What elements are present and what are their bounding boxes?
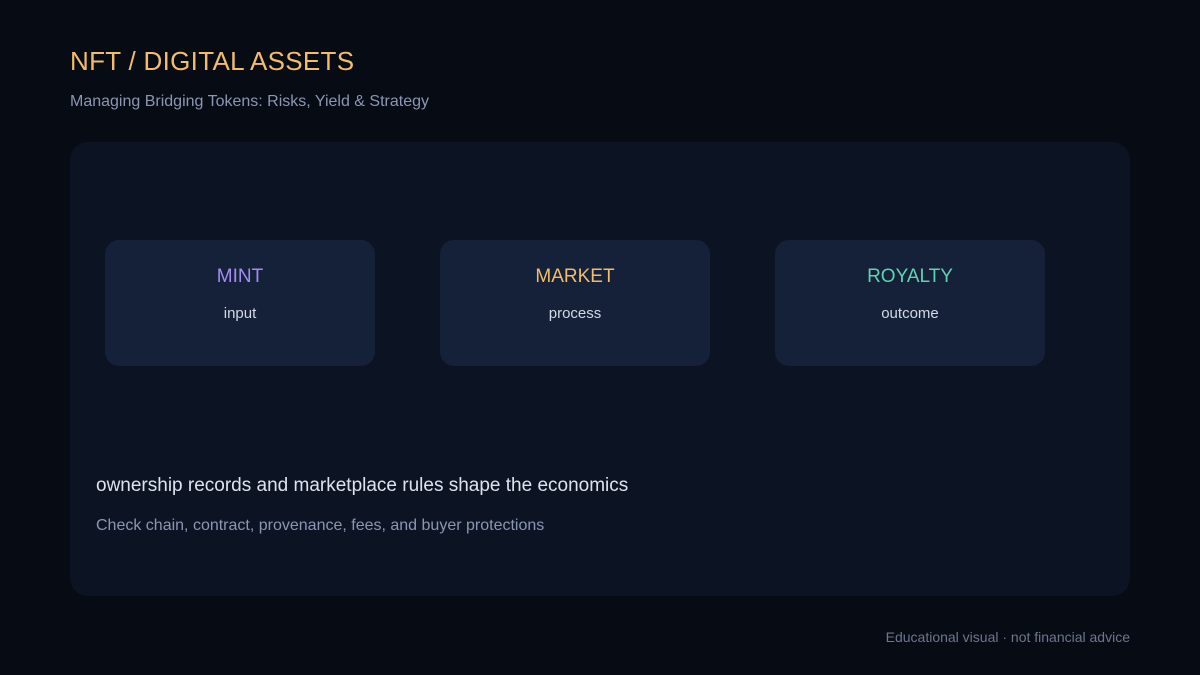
- stage-role-royalty: outcome: [881, 305, 939, 322]
- stage-card-mint: MINT input: [105, 240, 375, 366]
- footer-disclaimer: Educational visual · not financial advic…: [885, 629, 1130, 645]
- stage-role-market: process: [548, 305, 602, 322]
- stage-label-royalty: ROYALTY: [867, 266, 953, 287]
- panel-detail: Check chain, contract, provenance, fees,…: [96, 517, 545, 534]
- stage-label-mint: MINT: [216, 266, 264, 287]
- panel-note: ownership records and marketplace rules …: [96, 475, 629, 496]
- page-title: NFT / DIGITAL ASSETS: [70, 46, 355, 76]
- flow-panel: MINT input MARKET process ROYALTY outcom…: [70, 142, 1130, 596]
- stage-role-mint: input: [223, 305, 257, 322]
- stage-card-royalty: ROYALTY outcome: [775, 240, 1045, 366]
- page-subtitle: Managing Bridging Tokens: Risks, Yield &…: [70, 93, 430, 110]
- stage-card-market: MARKET process: [440, 240, 710, 366]
- stage-label-market: MARKET: [535, 266, 615, 287]
